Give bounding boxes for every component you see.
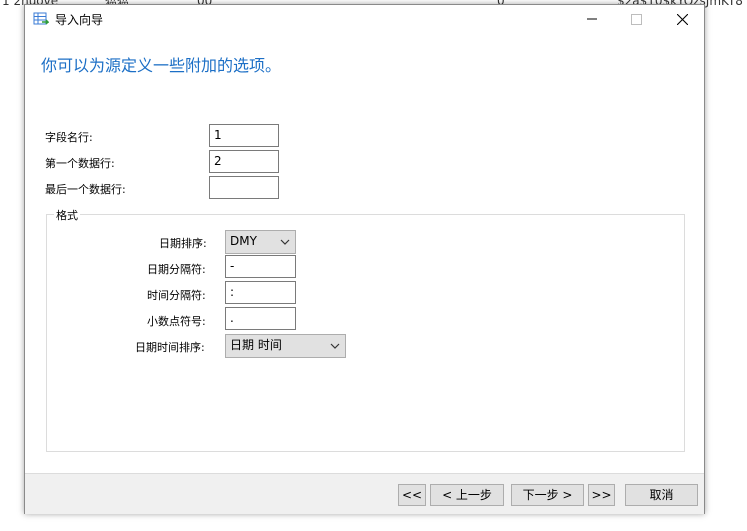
decimal-symbol-input[interactable]: . xyxy=(225,307,296,330)
time-separator-input[interactable]: : xyxy=(225,281,296,304)
import-wizard-dialog: 导入向导 你可以为源定义一些附加的选项。 字段名行: 1 第一个数据行: 2 最… xyxy=(24,4,705,514)
window-title: 导入向导 xyxy=(55,13,104,27)
close-button[interactable] xyxy=(659,5,705,33)
date-order-label: 日期排序: xyxy=(159,237,207,250)
first-data-row-input[interactable]: 2 xyxy=(209,150,279,173)
date-order-dropdown[interactable]: DMY xyxy=(225,230,296,254)
back-button[interactable]: < 上一步 xyxy=(430,484,504,506)
datetime-order-value: 日期 时间 xyxy=(230,338,282,352)
next-button[interactable]: 下一步 > xyxy=(511,484,584,506)
datetime-order-dropdown[interactable]: 日期 时间 xyxy=(225,334,346,358)
first-page-button[interactable]: << xyxy=(398,484,426,506)
datetime-order-label: 日期时间排序: xyxy=(135,341,205,354)
field-name-row-label: 字段名行: xyxy=(45,131,93,144)
chevron-down-icon xyxy=(280,239,290,245)
minimize-button[interactable] xyxy=(569,5,615,33)
page-heading: 你可以为源定义一些附加的选项。 xyxy=(41,56,282,75)
date-separator-label: 日期分隔符: xyxy=(147,263,206,276)
last-data-row-input[interactable] xyxy=(209,176,279,199)
cancel-button[interactable]: 取消 xyxy=(625,484,698,506)
title-bar: 导入向导 xyxy=(25,5,704,33)
minimize-icon xyxy=(587,18,597,20)
date-order-value: DMY xyxy=(230,234,257,248)
maximize-icon xyxy=(630,13,642,25)
button-bar: << < 上一步 下一步 > >> 取消 xyxy=(25,473,704,514)
chevron-down-icon xyxy=(330,343,340,349)
maximize-button[interactable] xyxy=(613,5,659,33)
decimal-symbol-label: 小数点符号: xyxy=(147,315,206,328)
first-data-row-label: 第一个数据行: xyxy=(45,157,115,170)
format-group xyxy=(46,214,685,452)
last-data-row-label: 最后一个数据行: xyxy=(45,183,126,196)
date-separator-input[interactable]: - xyxy=(225,255,296,278)
last-page-button[interactable]: >> xyxy=(588,484,615,506)
time-separator-label: 时间分隔符: xyxy=(147,289,206,302)
field-name-row-input[interactable]: 1 xyxy=(209,124,279,147)
import-wizard-icon xyxy=(33,12,49,25)
close-icon xyxy=(676,13,688,25)
format-group-legend: 格式 xyxy=(54,207,80,223)
